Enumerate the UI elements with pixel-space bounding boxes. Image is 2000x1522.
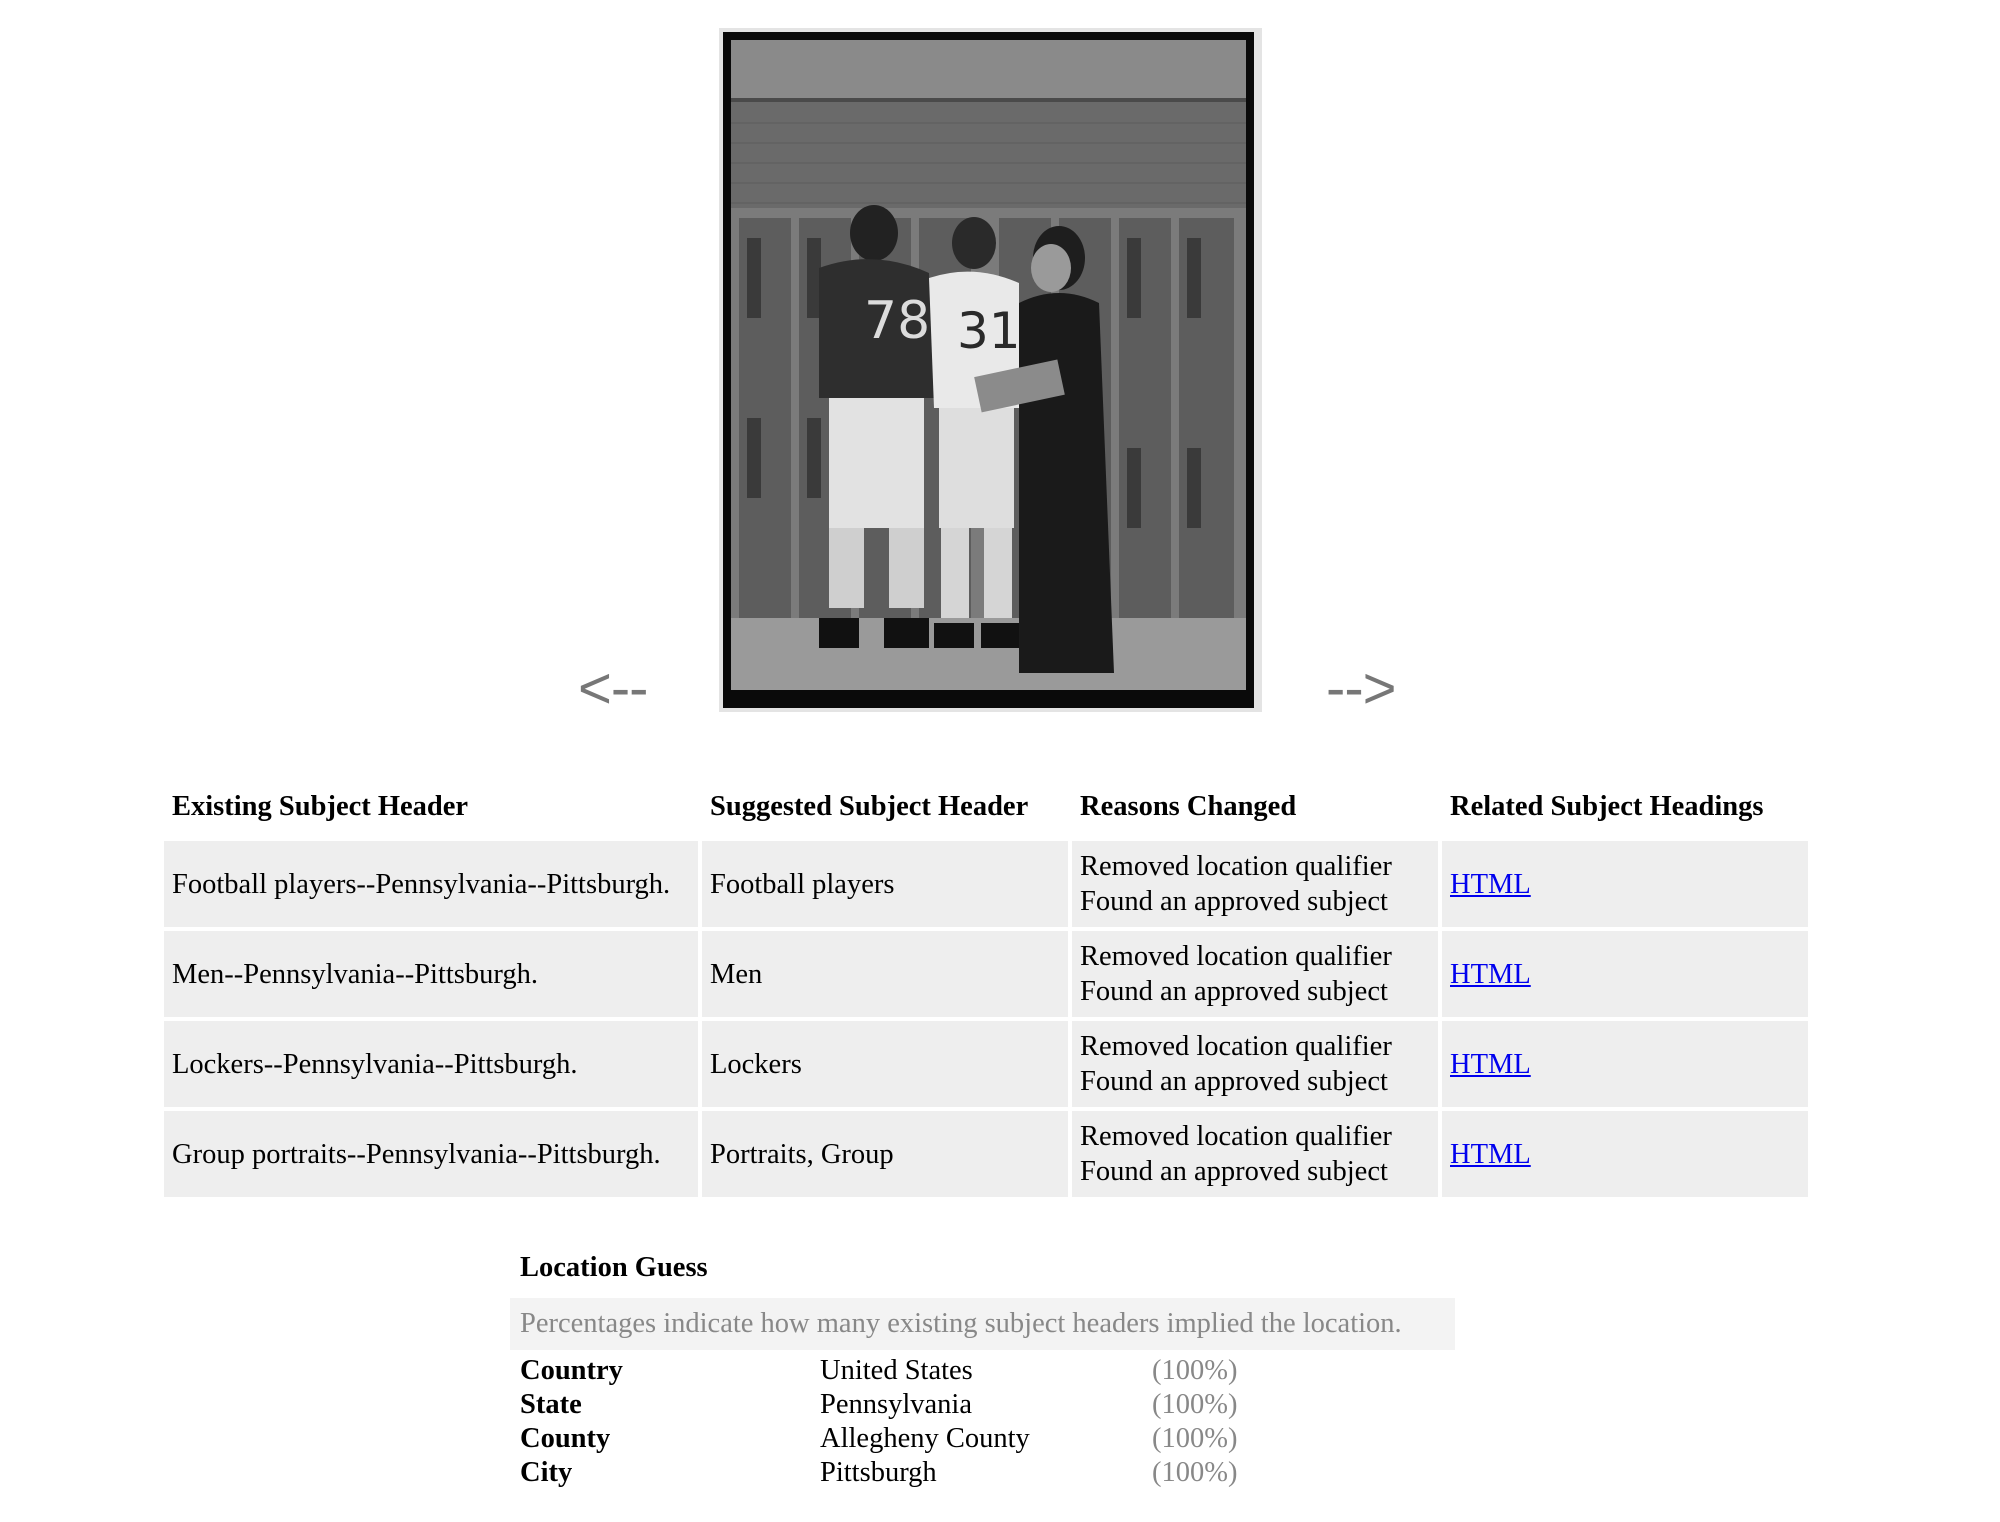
related-headings-html-link[interactable]: HTML	[1450, 959, 1531, 990]
reason-line: Removed location qualifier	[1080, 1121, 1392, 1152]
subject-table: Existing Subject Header Suggested Subjec…	[160, 773, 1812, 1201]
svg-text:78: 78	[864, 291, 930, 351]
page: <-- 78 31 --> Existing Subject Header Su…	[0, 0, 2000, 1522]
reason-line: Removed location qualifier	[1080, 851, 1392, 882]
location-row-city: City Pittsburgh (100%)	[520, 1456, 1455, 1490]
photo-viewer: <-- 78 31 -->	[0, 0, 2000, 730]
location-value: Pittsburgh	[820, 1457, 937, 1488]
table-row: Men--Pennsylvania--Pittsburgh. Men Remov…	[164, 931, 1808, 1017]
reason-line: Found an approved subject	[1080, 976, 1388, 1007]
suggested-subject-cell: Lockers	[702, 1021, 1068, 1107]
suggested-subject-cell: Football players	[702, 841, 1068, 927]
reasons-changed-column: Reasons Changed	[1080, 791, 1297, 822]
location-label: State	[520, 1389, 582, 1420]
svg-text:31: 31	[957, 302, 1021, 360]
existing-subject-cell: Men--Pennsylvania--Pittsburgh.	[164, 931, 698, 1017]
location-label: County	[520, 1423, 611, 1454]
related-cell: HTML	[1442, 1021, 1808, 1107]
location-row-county: County Allegheny County (100%)	[520, 1422, 1455, 1456]
existing-subject-header-column: Existing Subject Header	[172, 791, 469, 822]
reasons-cell: Removed location qualifier Found an appr…	[1072, 1021, 1438, 1107]
location-value: United States	[820, 1355, 973, 1386]
related-headings-html-link[interactable]: HTML	[1450, 869, 1531, 900]
location-label: City	[520, 1457, 573, 1488]
location-row-state: State Pennsylvania (100%)	[520, 1388, 1455, 1422]
suggested-subject-cell: Portraits, Group	[702, 1111, 1068, 1197]
table-row: Football players--Pennsylvania--Pittsbur…	[164, 841, 1808, 927]
location-percentage: (100%)	[1152, 1355, 1238, 1386]
location-value: Allegheny County	[820, 1423, 1030, 1454]
suggested-subject-header-column: Suggested Subject Header	[710, 791, 1029, 822]
related-cell: HTML	[1442, 931, 1808, 1017]
related-subject-headings-column: Related Subject Headings	[1450, 791, 1764, 822]
location-guess-title: Location Guess	[520, 1252, 708, 1283]
reason-line: Found an approved subject	[1080, 886, 1388, 917]
location-guess: Location Guess Percentages indicate how …	[510, 1252, 1455, 1490]
reason-line: Found an approved subject	[1080, 1066, 1388, 1097]
photograph-football-players-locker-room: 78 31	[723, 32, 1254, 708]
location-row-country: Country United States (100%)	[520, 1354, 1455, 1388]
location-percentage: (100%)	[1152, 1457, 1238, 1488]
location-label: Country	[520, 1355, 623, 1386]
table-row: Lockers--Pennsylvania--Pittsburgh. Locke…	[164, 1021, 1808, 1107]
location-guess-note: Percentages indicate how many existing s…	[510, 1298, 1455, 1350]
existing-subject-cell: Football players--Pennsylvania--Pittsbur…	[164, 841, 698, 927]
location-percentage: (100%)	[1152, 1389, 1238, 1420]
related-headings-html-link[interactable]: HTML	[1450, 1049, 1531, 1080]
suggested-subject-cell: Men	[702, 931, 1068, 1017]
existing-subject-cell: Lockers--Pennsylvania--Pittsburgh.	[164, 1021, 698, 1107]
reason-line: Found an approved subject	[1080, 1156, 1388, 1187]
reason-line: Removed location qualifier	[1080, 941, 1392, 972]
location-value: Pennsylvania	[820, 1389, 972, 1420]
related-headings-html-link[interactable]: HTML	[1450, 1139, 1531, 1170]
next-photo-link[interactable]: -->	[1326, 660, 1396, 718]
reasons-cell: Removed location qualifier Found an appr…	[1072, 931, 1438, 1017]
location-percentage: (100%)	[1152, 1423, 1238, 1454]
photo: 78 31	[719, 28, 1262, 712]
table-row: Group portraits--Pennsylvania--Pittsburg…	[164, 1111, 1808, 1197]
reasons-cell: Removed location qualifier Found an appr…	[1072, 1111, 1438, 1197]
previous-photo-link[interactable]: <--	[578, 660, 648, 718]
reason-line: Removed location qualifier	[1080, 1031, 1392, 1062]
related-cell: HTML	[1442, 841, 1808, 927]
existing-subject-cell: Group portraits--Pennsylvania--Pittsburg…	[164, 1111, 698, 1197]
reasons-cell: Removed location qualifier Found an appr…	[1072, 841, 1438, 927]
table-header-row: Existing Subject Header Suggested Subjec…	[164, 777, 1808, 837]
location-guess-list: Country United States (100%) State Penns…	[510, 1354, 1455, 1490]
related-cell: HTML	[1442, 1111, 1808, 1197]
